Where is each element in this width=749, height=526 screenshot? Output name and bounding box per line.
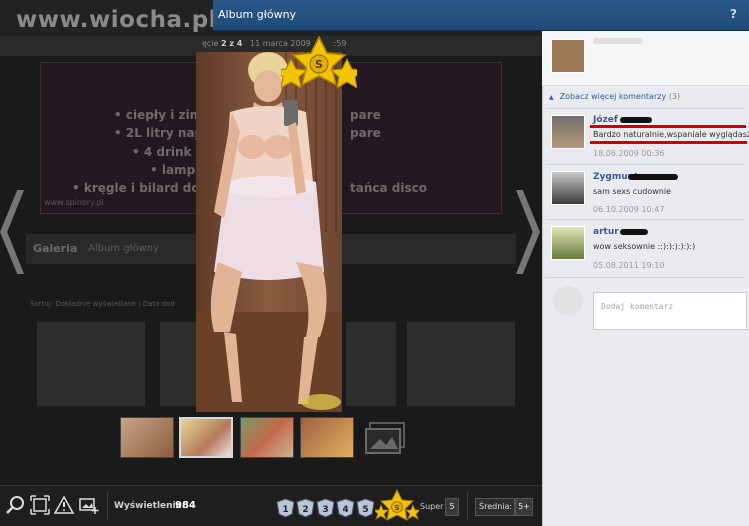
banner-line: pare <box>350 108 381 122</box>
banner-url: www.spinory.pl <box>44 198 104 207</box>
photo-image <box>196 52 342 412</box>
comment-author[interactable]: artur <box>593 227 619 237</box>
svg-text:1: 1 <box>282 505 288 515</box>
svg-text:5: 5 <box>362 505 368 515</box>
rate-5-badge[interactable]: 5 <box>356 498 375 518</box>
comment-date: 05.08.2011 19:10 <box>593 261 665 270</box>
banner-line: • kręgle i bilard do <box>72 181 200 195</box>
highlight-line <box>590 125 746 128</box>
commenter-avatar[interactable] <box>551 226 585 260</box>
photo-position-prefix: ęcie <box>202 39 219 48</box>
super-star-icon: S <box>281 35 357 89</box>
fullscreen-icon[interactable] <box>30 495 50 515</box>
thumbnail[interactable] <box>240 417 294 458</box>
thumbnail[interactable] <box>300 417 354 458</box>
help-button[interactable]: ? <box>730 7 737 21</box>
average-value: 5+ <box>515 498 533 516</box>
redacted-name <box>628 174 678 180</box>
banner-line: tańca disco <box>350 181 427 195</box>
photo-viewer: www.wiocha.pl • ciepły i zim pare • 2L l… <box>0 0 749 526</box>
svg-text:3: 3 <box>322 505 328 515</box>
banner-line: • 4 drink <box>132 145 192 159</box>
see-more-comments-label: Zobacz więcej komentarzy <box>559 92 667 101</box>
redacted-name <box>620 117 652 123</box>
report-icon[interactable] <box>54 495 74 515</box>
highlight-line <box>590 141 747 144</box>
svg-text:S: S <box>394 504 399 512</box>
gallery-title: Galeria <box>33 242 78 255</box>
views-count: 984 <box>175 500 196 511</box>
rate-3-badge[interactable]: 3 <box>316 498 335 518</box>
banner-line: pare <box>350 126 381 140</box>
rate-2-badge[interactable]: 2 <box>296 498 315 518</box>
comments-panel <box>542 31 749 526</box>
svg-text:4: 4 <box>342 505 348 515</box>
commenter-avatar[interactable] <box>551 115 585 149</box>
my-avatar <box>553 286 583 316</box>
owner-avatar[interactable] <box>551 39 585 73</box>
album-title: Album główny <box>218 8 297 21</box>
comment-date: 18.06.2009 00:36 <box>593 149 665 158</box>
thumbnail[interactable] <box>120 417 174 458</box>
add-comment-placeholder: Dodaj komentarz <box>601 302 674 311</box>
comment-date: 06.10.2009 10:47 <box>593 205 665 214</box>
banner-line: • ciepły i zim <box>114 108 203 122</box>
rate-1-badge[interactable]: 1 <box>276 498 295 518</box>
photo-placeholder-icon <box>365 422 405 454</box>
add-photo-icon[interactable] <box>79 495 99 515</box>
gallery-album: Album główny <box>88 243 159 254</box>
banner-line: • lamp <box>150 163 196 177</box>
photo-position: 2 z 4 <box>221 39 243 48</box>
super-star-letter: S <box>315 58 323 71</box>
banner-line: • 2L litry nap <box>114 126 204 140</box>
commenter-avatar[interactable] <box>551 171 585 205</box>
svg-text:2: 2 <box>302 505 308 515</box>
comment-text: sam sexs cudownie <box>593 187 671 196</box>
thumbnail-selected[interactable] <box>179 417 233 458</box>
comment-author[interactable]: Józef <box>593 115 618 125</box>
caret-up-icon: ▲ <box>549 94 554 101</box>
comment-text: wow seksownie ::):):):):):) <box>593 242 696 251</box>
comment-text: Bardzo naturalnie,wspaniale wyglądasz. <box>593 130 749 139</box>
redacted-name <box>620 229 648 235</box>
super-count: 5 <box>445 498 459 516</box>
see-more-comments-link[interactable]: ▲ Zobacz więcej komentarzy (3) <box>549 92 680 101</box>
sort-options: Sortuj: Dokładnie wyświetlane | Data dod <box>30 300 175 308</box>
site-logo: www.wiocha.pl <box>16 7 218 33</box>
rate-4-badge[interactable]: 4 <box>336 498 355 518</box>
add-comment-input[interactable] <box>593 292 747 330</box>
zoom-icon[interactable] <box>6 495 26 515</box>
more-comments-count: (3) <box>668 92 681 101</box>
average-label: Średnia: <box>479 502 513 511</box>
super-label: Super <box>420 502 444 511</box>
super-rating-star-icon[interactable]: S <box>375 489 419 523</box>
main-photo[interactable] <box>196 52 342 412</box>
